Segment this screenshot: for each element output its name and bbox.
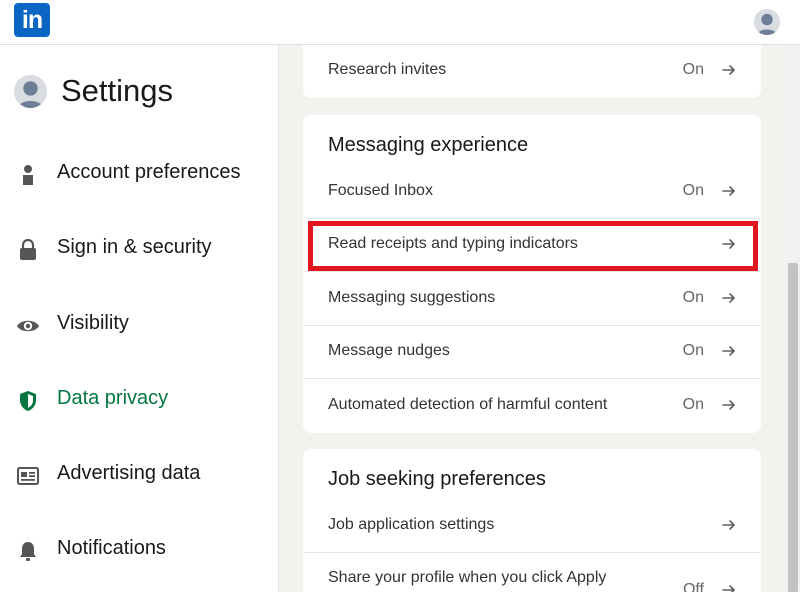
scrollbar[interactable] [785, 45, 800, 592]
privacy-card-partial: Research invites On [303, 45, 761, 98]
setting-row-research-invites[interactable]: Research invites On [303, 45, 761, 98]
job-seeking-card: Job seeking preferences Job application … [303, 449, 761, 592]
setting-label: Read receipts and typing indicators [328, 235, 578, 252]
avatar[interactable] [14, 75, 47, 108]
arrow-right-icon [721, 183, 737, 199]
setting-label: Automated detection of harmful content [328, 396, 608, 413]
sidebar-item-sign-in-security[interactable]: Sign in & security [0, 225, 279, 275]
setting-status: On [682, 61, 704, 78]
arrow-right-icon [721, 343, 737, 359]
person-icon [16, 163, 40, 187]
divider [303, 378, 761, 379]
arrow-right-icon [721, 517, 737, 533]
arrow-right-icon [721, 290, 737, 306]
settings-sidebar: Settings Account preferences Sign in & s… [0, 45, 279, 592]
linkedin-logo[interactable]: in [14, 3, 50, 37]
setting-row-focused-inbox[interactable]: Focused Inbox On [303, 166, 761, 219]
setting-label: Messaging suggestions [328, 289, 496, 306]
eye-icon [16, 314, 40, 338]
bell-icon [16, 539, 40, 563]
profile-avatar-icon[interactable] [754, 9, 780, 35]
setting-label: Job application settings [328, 516, 495, 533]
setting-status: On [682, 182, 704, 199]
sidebar-item-label: Account preferences [57, 161, 241, 183]
divider [303, 271, 761, 272]
top-nav-bar: in [0, 0, 800, 45]
setting-row-message-nudges[interactable]: Message nudges On [303, 326, 761, 379]
setting-label: Share your profile when you click Apply [328, 569, 607, 586]
scrollbar-thumb[interactable] [788, 263, 798, 592]
setting-row-share-profile-on-apply[interactable]: Share your profile when you click Apply … [303, 553, 761, 592]
setting-status: On [682, 342, 704, 359]
lock-icon [16, 238, 40, 262]
sidebar-item-label: Data privacy [57, 387, 169, 409]
setting-row-job-application-settings[interactable]: Job application settings [303, 500, 761, 553]
sidebar-item-label: Sign in & security [57, 236, 212, 258]
shield-icon [16, 389, 40, 413]
arrow-right-icon [721, 397, 737, 413]
sidebar-item-label: Notifications [57, 537, 166, 559]
page-title: Settings [61, 73, 174, 108]
sidebar-item-account-preferences[interactable]: Account preferences [0, 150, 279, 200]
setting-status: Off [682, 581, 704, 592]
sidebar-item-label: Visibility [57, 312, 129, 334]
setting-label: Research invites [328, 61, 447, 78]
messaging-experience-card: Messaging experience Focused Inbox On Re… [303, 115, 761, 433]
newspaper-icon [16, 464, 40, 488]
setting-row-read-receipts[interactable]: Read receipts and typing indicators [303, 219, 761, 272]
setting-status: On [682, 289, 704, 306]
setting-status: On [682, 396, 704, 413]
settings-content: Research invites On Messaging experience… [279, 45, 785, 592]
sidebar-item-visibility[interactable]: Visibility [0, 301, 279, 351]
section-title: Job seeking preferences [328, 468, 546, 490]
setting-row-messaging-suggestions[interactable]: Messaging suggestions On [303, 273, 761, 326]
setting-row-harmful-content-detection[interactable]: Automated detection of harmful content O… [303, 380, 761, 433]
sidebar-item-label: Advertising data [57, 462, 201, 484]
setting-label: Focused Inbox [328, 182, 433, 199]
arrow-right-icon [721, 582, 737, 592]
section-title: Messaging experience [328, 134, 529, 156]
arrow-right-icon [721, 62, 737, 78]
sidebar-item-data-privacy[interactable]: Data privacy [0, 376, 279, 426]
sidebar-item-advertising-data[interactable]: Advertising data [0, 451, 279, 501]
sidebar-item-notifications[interactable]: Notifications [0, 526, 279, 576]
arrow-right-icon [721, 236, 737, 252]
setting-label: Message nudges [328, 342, 450, 359]
